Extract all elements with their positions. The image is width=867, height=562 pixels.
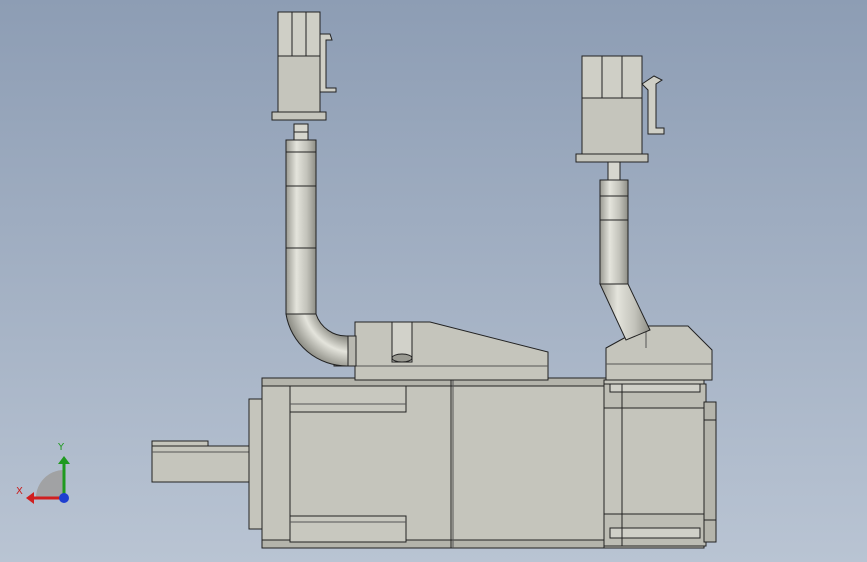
cable-gland-left[interactable] <box>333 321 549 381</box>
graphics-viewport[interactable]: Y X <box>0 0 867 562</box>
triad-x-label: X <box>16 486 23 497</box>
motor-model[interactable] <box>0 0 867 562</box>
output-shaft[interactable] <box>151 398 264 530</box>
encoder-connector[interactable] <box>575 55 665 163</box>
motor-body[interactable] <box>261 377 717 549</box>
encoder-housing[interactable] <box>605 325 713 381</box>
reference-triad <box>26 456 70 504</box>
power-cable[interactable] <box>285 123 349 367</box>
triad-z-axis <box>59 493 69 503</box>
power-connector[interactable] <box>271 11 337 121</box>
triad-y-label: Y <box>58 442 65 453</box>
encoder-cable[interactable] <box>599 161 651 341</box>
